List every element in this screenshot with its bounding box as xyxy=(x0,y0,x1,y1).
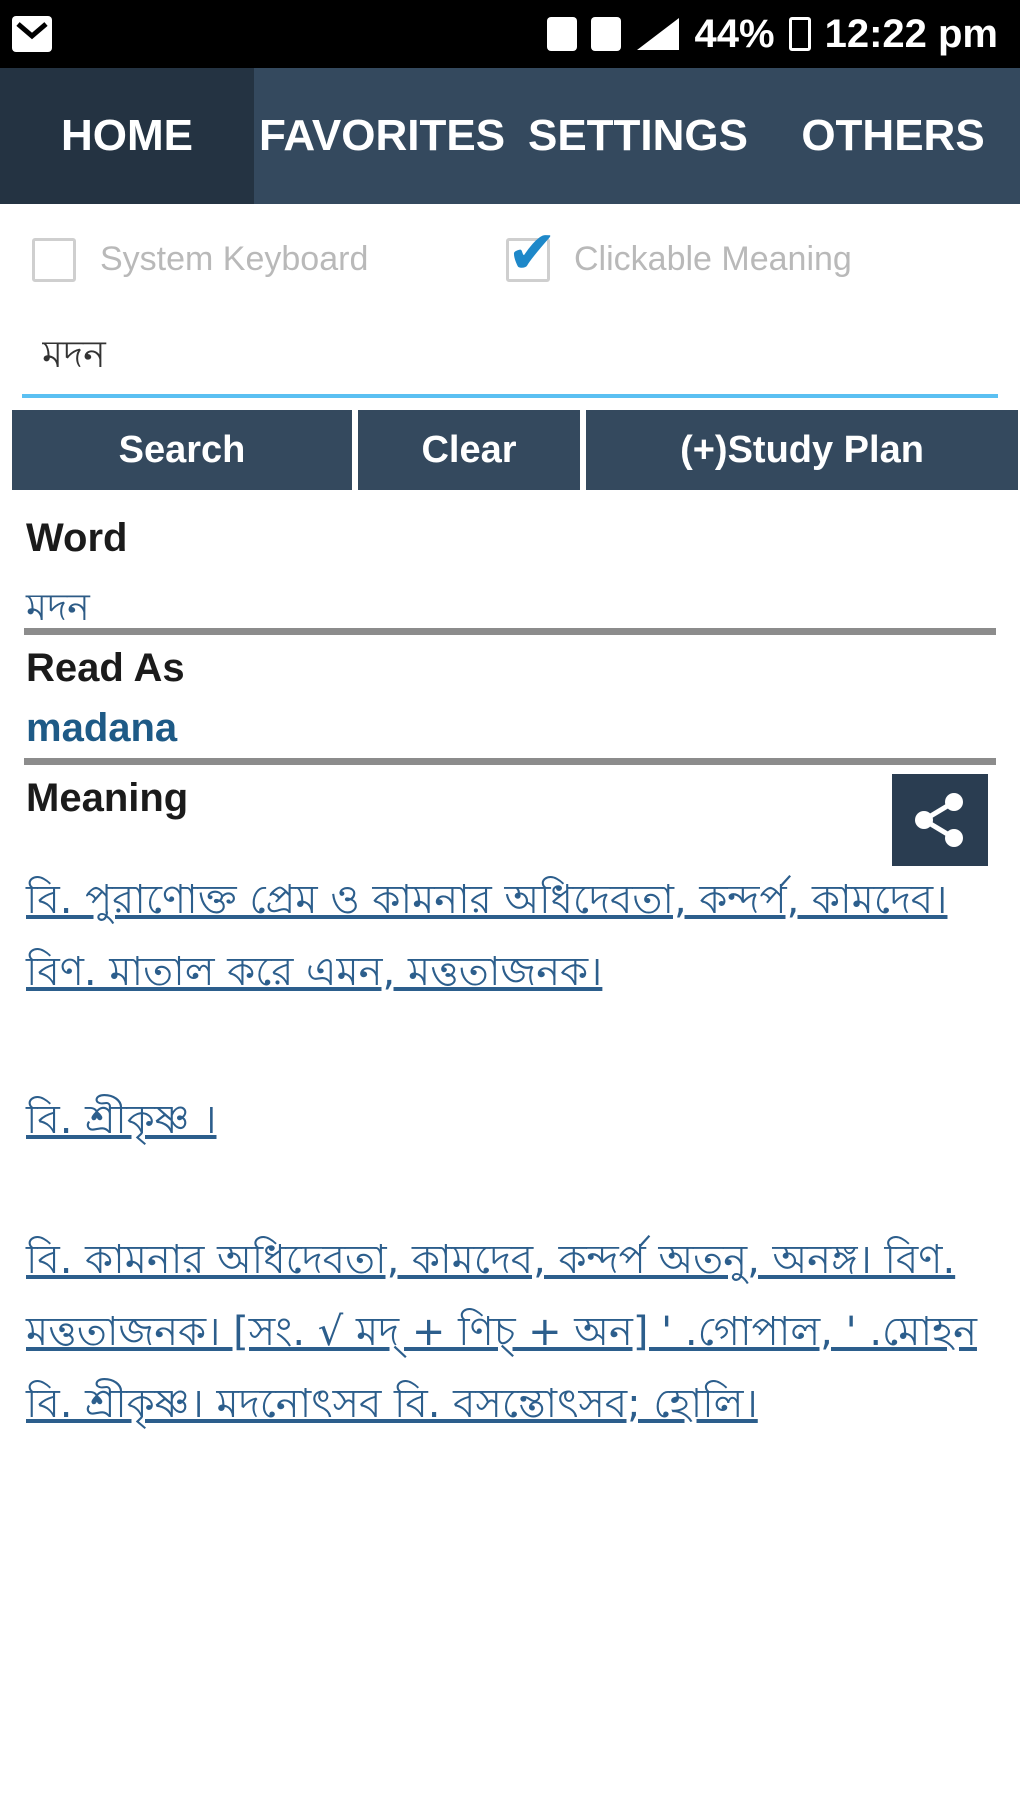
share-button[interactable] xyxy=(892,774,988,866)
meaning-text[interactable]: বি. কামনার অধিদেবতা, কামদেব, কন্দর্প অতন… xyxy=(26,1237,977,1427)
meaning-paragraph[interactable]: বি. কামনার অধিদেবতা, কামদেব, কন্দর্প অতন… xyxy=(26,1224,986,1440)
divider xyxy=(24,628,996,635)
tab-settings[interactable]: SETTINGS xyxy=(510,68,766,204)
notification-icon xyxy=(10,12,56,56)
battery-icon xyxy=(788,17,811,51)
search-field xyxy=(22,320,998,398)
options-row: System Keyboard ✔ Clickable Meaning xyxy=(0,204,1020,314)
action-buttons: Search Clear (+)Study Plan xyxy=(12,410,1018,490)
photo-icon xyxy=(546,17,577,51)
tab-home[interactable]: HOME xyxy=(0,68,254,204)
search-input[interactable] xyxy=(42,326,972,388)
checkmark-icon: ✔ xyxy=(507,218,558,288)
clear-button[interactable]: Clear xyxy=(358,410,580,490)
clickable-meaning-checkbox[interactable]: ✔ xyxy=(506,223,557,283)
signal-icon xyxy=(635,16,681,52)
tab-bar: HOME FAVORITES SETTINGS OTHERS xyxy=(0,68,1020,204)
divider xyxy=(24,758,996,765)
meaning-text[interactable]: বি. শ্রীকৃষ্ণ । xyxy=(26,1097,217,1143)
tab-others[interactable]: OTHERS xyxy=(766,68,1020,204)
clock: 12:22 pm xyxy=(824,11,998,56)
meaning-paragraph[interactable]: বি. পুরাণোক্ত প্রেম ও কামনার অধিদেবতা, ক… xyxy=(26,864,986,1008)
search-button[interactable]: Search xyxy=(12,410,352,490)
meaning-label: Meaning xyxy=(26,776,189,820)
word-label: Word xyxy=(26,516,128,560)
system-keyboard-checkbox[interactable] xyxy=(32,238,76,282)
share-icon xyxy=(915,793,963,847)
study-plan-button[interactable]: (+)Study Plan xyxy=(586,410,1018,490)
meaning-text[interactable]: বি. পুরাণোক্ত প্রেম ও কামনার অধিদেবতা, ক… xyxy=(26,877,947,995)
sim-icon xyxy=(590,17,621,51)
battery-percent: 44% xyxy=(694,11,775,56)
read-as-label: Read As xyxy=(26,646,185,690)
meaning-paragraph[interactable]: বি. শ্রীকৃষ্ণ । xyxy=(26,1084,986,1156)
read-as-value: madana xyxy=(26,706,178,750)
status-bar: 44% 12:22 pm xyxy=(0,0,1020,68)
clickable-meaning-label: Clickable Meaning xyxy=(574,240,852,278)
system-keyboard-label: System Keyboard xyxy=(100,240,369,278)
tab-favorites[interactable]: FAVORITES xyxy=(254,68,510,204)
